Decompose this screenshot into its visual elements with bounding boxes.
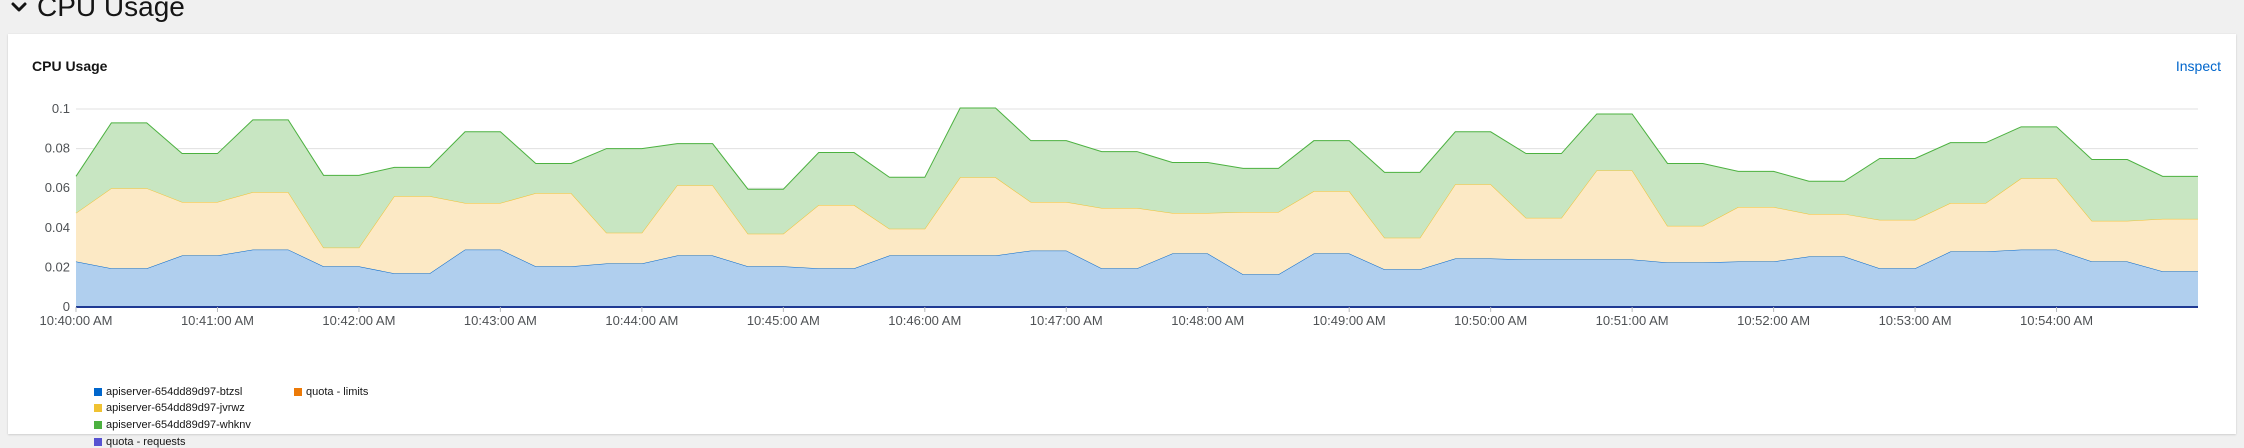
x-tick-label: 10:43:00 AM (464, 313, 537, 328)
y-tick-label: 0.04 (45, 220, 70, 235)
section-title: CPU Usage (37, 0, 185, 22)
legend-label: apiserver-654dd89d97-btzsl (106, 386, 243, 398)
x-tick-label: 10:42:00 AM (322, 313, 395, 328)
x-tick-label: 10:40:00 AM (40, 313, 113, 328)
y-tick-label: 0.02 (45, 259, 70, 274)
legend-item[interactable]: quota - requests (94, 436, 186, 448)
x-tick-label: 10:46:00 AM (888, 313, 961, 328)
x-tick-label: 10:41:00 AM (181, 313, 254, 328)
legend-item[interactable]: apiserver-654dd89d97-jvrwz (94, 402, 245, 414)
legend-label: apiserver-654dd89d97-whknv (106, 419, 251, 431)
x-tick-label: 10:49:00 AM (1313, 313, 1386, 328)
y-tick-label: 0 (63, 299, 70, 314)
x-tick-label: 10:48:00 AM (1171, 313, 1244, 328)
x-tick-label: 10:45:00 AM (747, 313, 820, 328)
legend-swatch (94, 404, 102, 412)
chevron-down-icon[interactable] (9, 0, 29, 17)
legend-label: apiserver-654dd89d97-jvrwz (106, 402, 245, 414)
legend-swatch (94, 421, 102, 429)
x-tick-label: 10:47:00 AM (1030, 313, 1103, 328)
x-tick-label: 10:50:00 AM (1454, 313, 1527, 328)
x-tick-label: 10:54:00 AM (2020, 313, 2093, 328)
x-tick-label: 10:53:00 AM (1879, 313, 1952, 328)
legend-swatch (294, 388, 302, 396)
legend-label: quota - requests (106, 436, 186, 448)
y-tick-label: 0.08 (45, 141, 70, 156)
legend-item[interactable]: apiserver-654dd89d97-whknv (94, 419, 251, 431)
x-tick-label: 10:44:00 AM (605, 313, 678, 328)
y-tick-label: 0.1 (52, 101, 70, 116)
y-tick-label: 0.06 (45, 180, 70, 195)
x-tick-label: 10:51:00 AM (1596, 313, 1669, 328)
legend-swatch (94, 438, 102, 446)
legend-item[interactable]: apiserver-654dd89d97-btzsl (94, 386, 242, 398)
legend-swatch (94, 388, 102, 396)
chart-card: CPU Usage Inspect 0 0.02 0.04 0.06 0.08 0.1 10… (8, 34, 2236, 448)
section-header[interactable]: CPU Usage (0, 0, 185, 24)
x-tick-label: 10:52:00 AM (1737, 313, 1810, 328)
legend-item[interactable]: quota - limits (294, 386, 368, 398)
cpu-usage-chart: 0 0.02 0.04 0.06 0.08 0.1 10:40:00 AM 10:41:00 … (40, 101, 2198, 328)
legend-label: quota - limits (306, 386, 369, 398)
